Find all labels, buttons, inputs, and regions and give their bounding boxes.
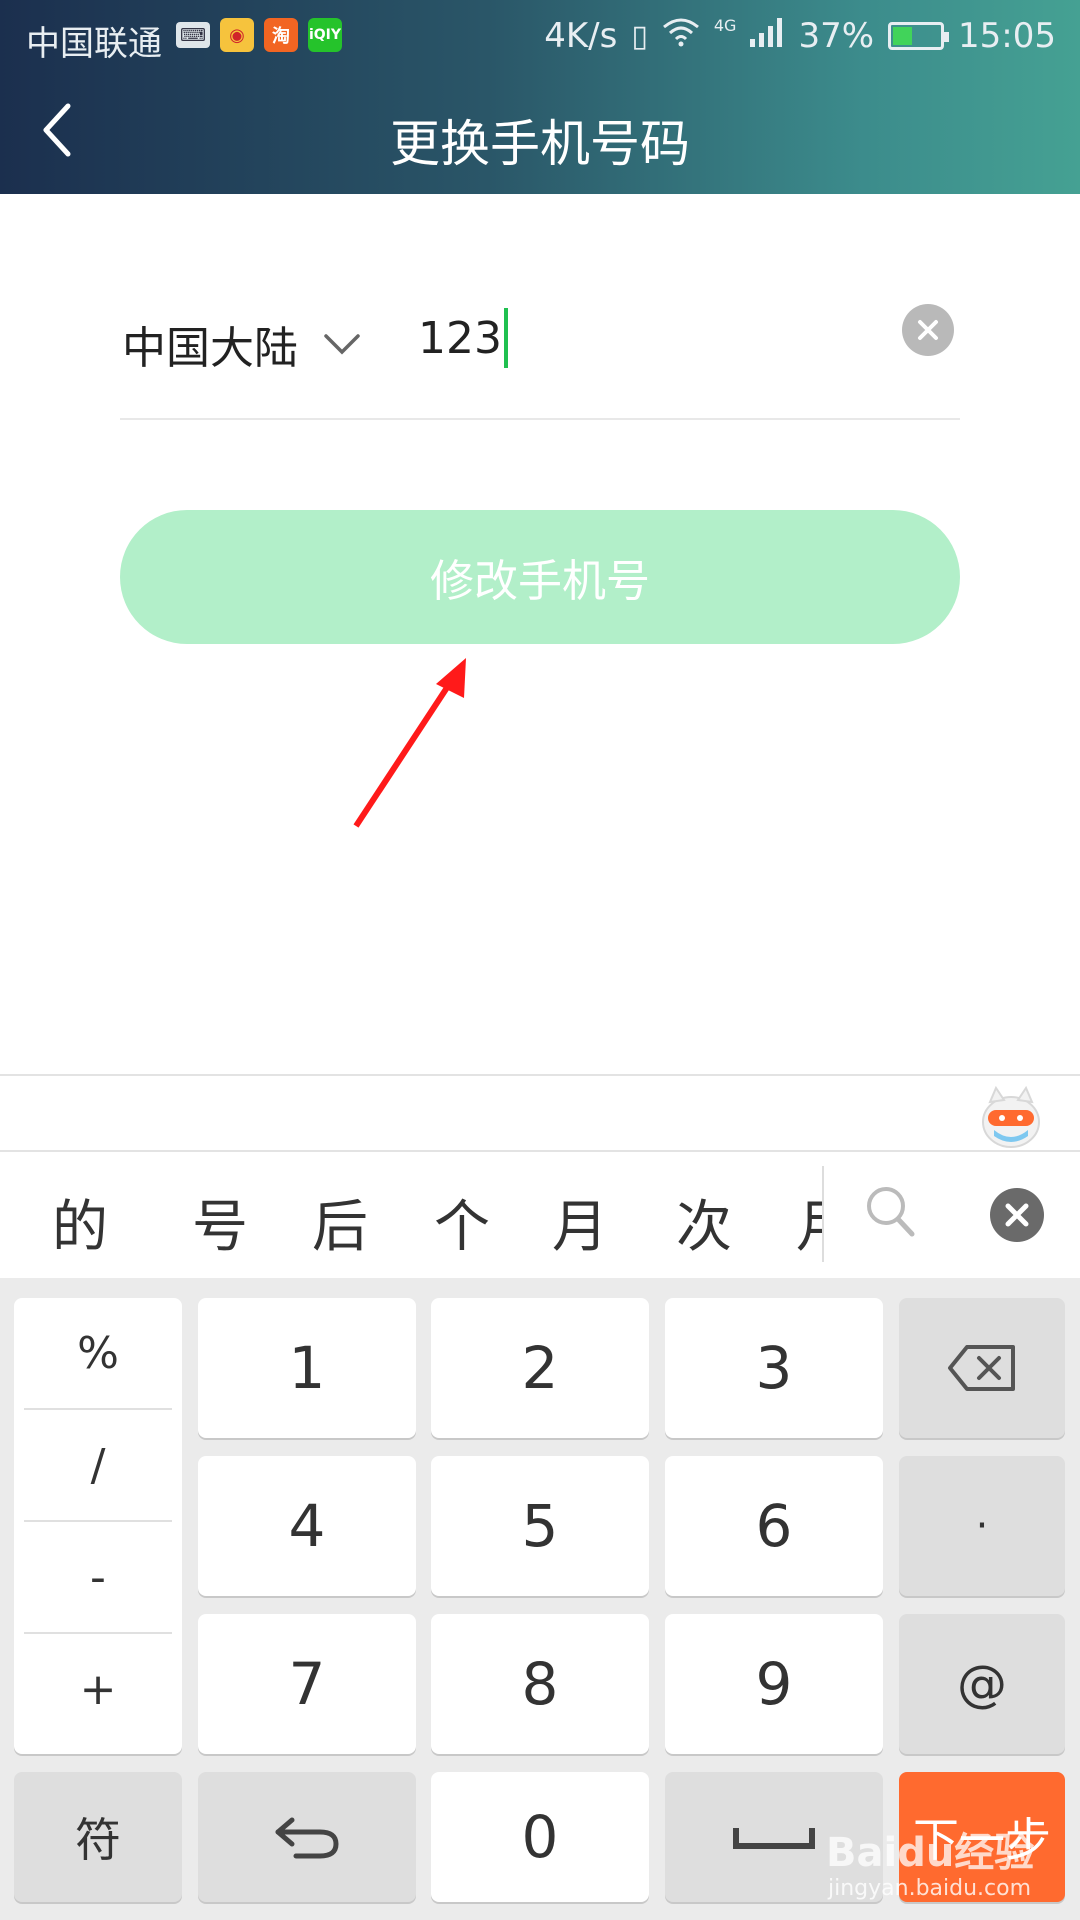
network-speed: 4K/s [544,16,618,56]
backspace-icon [948,1345,1015,1391]
notification-icons: ⌨ ◉ 淘 iQIY [176,18,342,52]
phone-form-row: 中国大陆 123 [120,290,960,420]
keyboard-toolbar [0,1074,1080,1152]
status-right: 4K/s ▯ 4G 37% 15:05 [544,16,1056,56]
phone-input[interactable]: 123 [418,308,508,368]
search-icon[interactable] [862,1182,918,1242]
close-icon [918,320,938,340]
vibrate-icon: ▯ [631,18,648,54]
page-title: 更换手机号码 [390,115,690,173]
key-dot[interactable]: · [899,1456,1065,1596]
next-step-key[interactable]: 下一步 [899,1772,1065,1902]
carrier-name: 中国联通 [26,24,162,64]
candidate-item[interactable]: 个 [434,1182,490,1263]
key-5[interactable]: 5 [431,1456,649,1596]
key-4[interactable]: 4 [198,1456,416,1596]
key-minus[interactable]: - [24,1522,172,1632]
key-2[interactable]: 2 [431,1298,649,1438]
iqiyi-icon: iQIY [308,18,342,52]
close-candidates-button[interactable] [990,1188,1044,1242]
candidate-item[interactable]: 次 [676,1182,732,1263]
close-icon [1005,1203,1029,1227]
candidate-item[interactable]: 月 [796,1182,822,1263]
battery-percent: 37% [798,16,875,56]
key-7[interactable]: 7 [198,1614,416,1754]
key-1[interactable]: 1 [198,1298,416,1438]
candidate-item[interactable]: 号 [192,1182,248,1263]
signal-icon [750,16,784,56]
return-key[interactable] [198,1772,416,1902]
wifi-icon [662,16,700,56]
key-0[interactable]: 0 [431,1772,649,1902]
candidate-item[interactable]: 的 [52,1182,108,1263]
keyboard-mascot-icon[interactable] [980,1084,1042,1148]
candidate-item[interactable]: 后 [312,1182,368,1263]
clear-input-button[interactable] [902,304,954,356]
network-type: 4G [713,16,737,35]
symbol-column: % / - + [14,1298,182,1754]
change-phone-button[interactable]: 修改手机号 [120,510,960,644]
backspace-button[interactable] [899,1298,1065,1438]
clock: 15:05 [958,16,1056,56]
key-6[interactable]: 6 [665,1456,883,1596]
space-icon [733,1828,815,1849]
app-header: 中国联通 ⌨ ◉ 淘 iQIY 4K/s ▯ 4G 37% 15:05 更换手机… [0,0,1080,194]
key-plus[interactable]: + [24,1634,172,1744]
phone-value: 123 [418,312,502,364]
candidate-divider [822,1166,824,1262]
space-key[interactable] [665,1772,883,1902]
text-caret [503,308,508,368]
key-percent[interactable]: % [24,1298,172,1408]
country-selector[interactable]: 中国大陆 [122,312,362,376]
key-8[interactable]: 8 [431,1614,649,1754]
key-at[interactable]: @ [899,1614,1065,1754]
taobao-icon: 淘 [264,18,298,52]
key-3[interactable]: 3 [665,1298,883,1438]
status-bar: 中国联通 ⌨ ◉ 淘 iQIY 4K/s ▯ 4G 37% 15:05 [0,0,1080,72]
key-slash[interactable]: / [24,1410,172,1520]
return-arrow-icon [275,1817,339,1859]
keyboard-icon: ⌨ [176,22,210,48]
key-9[interactable]: 9 [665,1614,883,1754]
symbol-key[interactable]: 符 [14,1772,182,1902]
chevron-down-icon [324,334,360,355]
weibo-icon: ◉ [220,18,254,52]
candidate-bar: 的 号 后 个 月 次 月 [0,1152,1080,1278]
annotation-arrow [353,658,466,828]
candidate-item[interactable]: 月 [552,1182,608,1263]
country-label: 中国大陆 [122,323,298,374]
battery-icon [888,22,950,50]
